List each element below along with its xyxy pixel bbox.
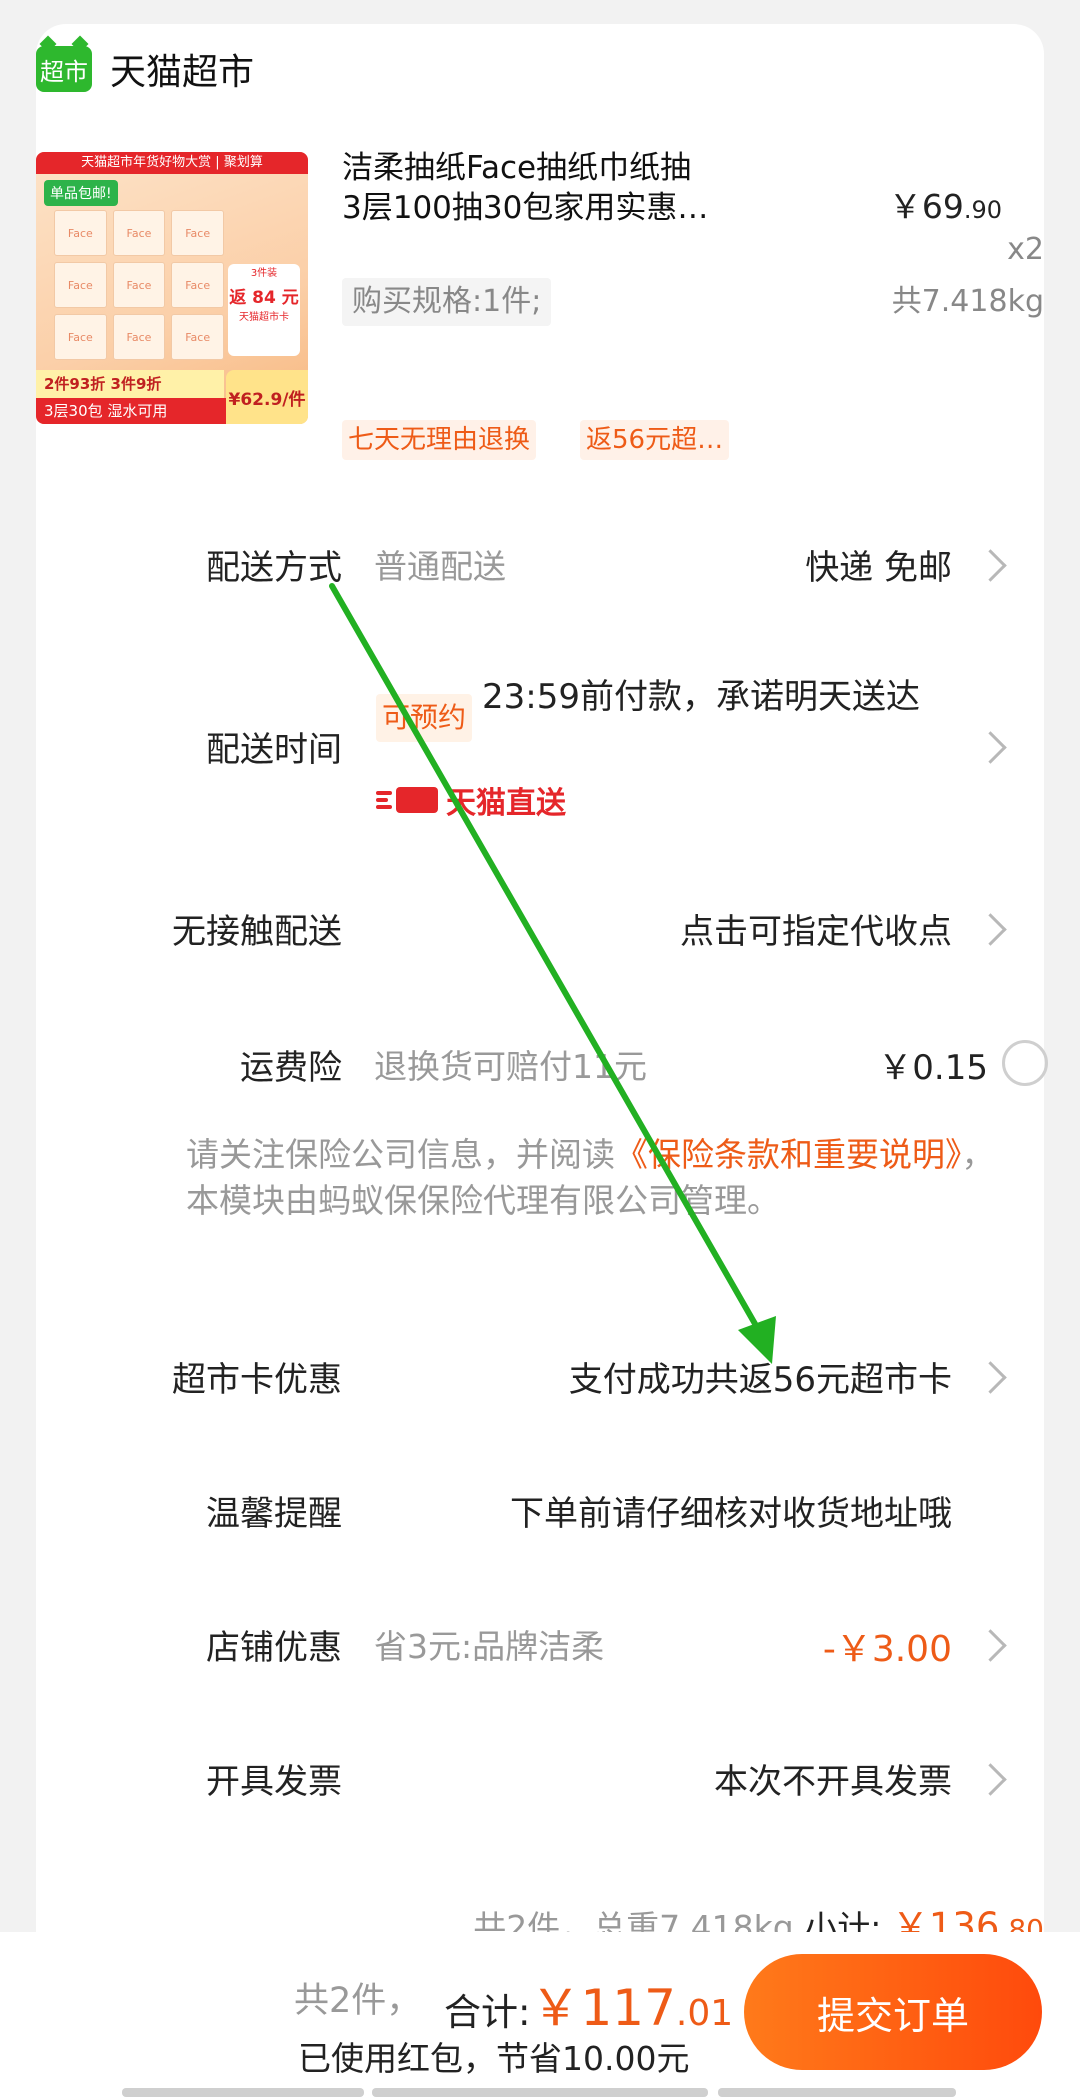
contactless-value: 点击可指定代收点	[680, 912, 952, 952]
store-discount-value: -￥3.00	[822, 1629, 952, 1670]
chevron-right-icon	[974, 1763, 1007, 1796]
shipping-insurance-row: 运费险 退换货可赔付11元 ￥0.15	[0, 1040, 1080, 1090]
product-thumbnail[interactable]: 天猫超市年货好物大赏 | 聚划算 单品包邮! Face Face Face Face…	[36, 152, 308, 424]
product-weight: 共7.418kg	[891, 284, 1044, 319]
delivery-method-sub: 普通配送	[374, 547, 506, 586]
store-discount-label: 店铺优惠	[206, 1628, 342, 1668]
supermarket-card-value: 支付成功共返56元超市卡	[568, 1360, 952, 1400]
tmall-direct-icon	[376, 785, 440, 815]
reservable-badge: 可预约	[376, 694, 473, 742]
store-header[interactable]: 超市 天猫超市	[36, 44, 254, 94]
insurance-note: 请关注保险公司信息，并阅读《保险条款和重要说明》，本模块由蚂蚁保保险代理有限公司…	[186, 1135, 995, 1220]
home-indicator	[122, 2088, 364, 2097]
invoice-value: 本次不开具发票	[714, 1762, 952, 1802]
store-name: 天猫超市	[110, 52, 255, 93]
contactless-delivery-row[interactable]: 无接触配送 点击可指定代收点	[0, 904, 1080, 954]
thumbnail-discount-line: 2件93折 3件9折	[36, 370, 224, 398]
reminder-value: 下单前请仔细核对收货地址哦	[510, 1494, 952, 1534]
store-discount-sub: 省3元:品牌洁柔	[374, 1627, 605, 1666]
chevron-right-icon	[974, 549, 1007, 582]
store-discount-row[interactable]: 店铺优惠 省3元:品牌洁柔 -￥3.00	[0, 1620, 1080, 1670]
product-spec[interactable]: 购买规格:1件;	[342, 278, 552, 326]
thumbnail-feature-line: 3层30包 湿水可用	[36, 398, 232, 424]
shipping-insurance-label: 运费险	[240, 1048, 342, 1088]
footer-savings: 已使用红包，节省10.00元	[298, 2039, 690, 2078]
invoice-row[interactable]: 开具发票 本次不开具发票	[0, 1754, 1080, 1804]
submit-order-button[interactable]: 提交订单	[744, 1954, 1042, 2070]
delivery-promise: 23:59前付款，承诺明天送达	[482, 677, 920, 717]
insurance-terms-link[interactable]: 《保险条款和重要说明》	[615, 1135, 962, 1174]
return-policy-tag: 七天无理由退换	[342, 420, 537, 460]
checkout-footer: 共2件， 合计:￥117.01 已使用红包，节省10.00元 提交订单	[0, 1932, 1080, 2097]
invoice-label: 开具发票	[206, 1762, 342, 1802]
home-indicator	[372, 2088, 708, 2097]
chevron-right-icon	[974, 913, 1007, 946]
product-quantity: x2	[1007, 232, 1044, 267]
supermarket-card-row[interactable]: 超市卡优惠 支付成功共返56元超市卡	[0, 1352, 1080, 1402]
thumbnail-badge: 单品包邮!	[44, 180, 118, 206]
thumbnail-price: ¥62.9/件	[226, 370, 308, 424]
supermarket-card-label: 超市卡优惠	[172, 1360, 342, 1400]
delivery-time-label: 配送时间	[206, 730, 342, 770]
delivery-method-row[interactable]: 配送方式 普通配送 快递 免邮	[0, 540, 1080, 590]
delivery-time-row[interactable]: 配送时间	[0, 722, 1080, 772]
shipping-insurance-sub: 退换货可赔付11元	[374, 1047, 647, 1086]
tmall-supermarket-logo: 超市	[36, 46, 92, 92]
chevron-right-icon	[974, 731, 1007, 764]
reminder-row: 温馨提醒 下单前请仔细核对收货地址哦	[0, 1486, 1080, 1536]
cashback-tag: 返56元超…	[580, 420, 730, 460]
reminder-label: 温馨提醒	[206, 1494, 342, 1534]
thumbnail-product-grid: Face Face Face Face Face Face Face Face Face	[54, 210, 224, 360]
product-price: ￥69.90	[888, 187, 1002, 226]
contactless-label: 无接触配送	[172, 912, 342, 952]
product-title[interactable]: 洁柔抽纸Face抽纸巾纸抽 3层100抽30包家用实惠…	[342, 148, 802, 228]
delivery-method-label: 配送方式	[206, 548, 342, 588]
tmall-direct-logo: 天猫直送	[376, 780, 566, 821]
delivery-method-value: 快递 免邮	[805, 548, 952, 588]
thumbnail-banner: 天猫超市年货好物大赏 | 聚划算	[36, 152, 308, 174]
footer-total: 合计:￥117.01	[444, 1979, 734, 2037]
chevron-right-icon	[974, 1361, 1007, 1394]
shipping-insurance-price: ￥0.15	[878, 1048, 988, 1088]
footer-item-count: 共2件，	[294, 1981, 422, 2021]
home-indicator	[718, 2088, 956, 2097]
shipping-insurance-radio[interactable]	[1002, 1040, 1048, 1086]
thumbnail-promo: 3件装 返 84 元 天猫超市卡	[228, 264, 300, 356]
chevron-right-icon	[974, 1629, 1007, 1662]
